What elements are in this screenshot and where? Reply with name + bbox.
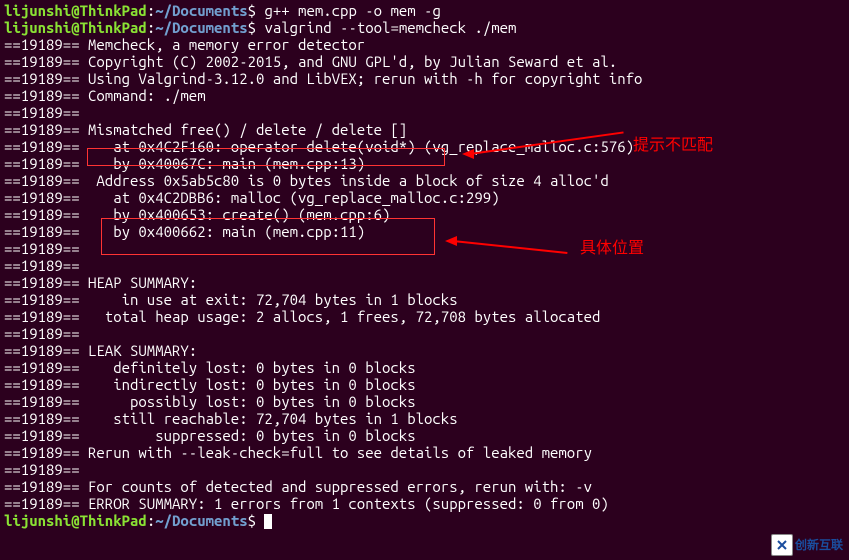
prompt-dollar: $	[248, 2, 256, 19]
output-line: ==19189== definitely lost: 0 bytes in 0 …	[4, 359, 845, 376]
output-line: ==19189== HEAP SUMMARY:	[4, 274, 845, 291]
output-line: ==19189== indirectly lost: 0 bytes in 0 …	[4, 376, 845, 393]
prompt-user: lijunshi	[4, 2, 71, 19]
cursor-icon	[264, 514, 272, 529]
output-line: ==19189==	[4, 461, 845, 478]
output-line: ==19189== total heap usage: 2 allocs, 1 …	[4, 308, 845, 325]
prompt-path: ~/Documents	[155, 2, 247, 19]
output-line: ==19189== Address 0x5ab5c80 is 0 bytes i…	[4, 172, 845, 189]
output-line: ==19189== LEAK SUMMARY:	[4, 342, 845, 359]
prompt-line-3: lijunshi@ThinkPad:~/Documents$	[4, 512, 845, 529]
output-line: ==19189== Command: ./mem	[4, 87, 845, 104]
command-1: g++ mem.cpp -o mem -g	[264, 2, 440, 19]
annotation-label-2: 具体位置	[580, 240, 644, 257]
watermark-logo: 创新互联	[771, 534, 843, 556]
prompt-colon: :	[147, 2, 155, 19]
output-line: ==19189== at 0x4C2DBB6: malloc (vg_repla…	[4, 189, 845, 206]
output-line: ==19189== Using Valgrind-3.12.0 and LibV…	[4, 70, 845, 87]
output-line: ==19189== still reachable: 72,704 bytes …	[4, 410, 845, 427]
prompt-line-2: lijunshi@ThinkPad:~/Documents$ valgrind …	[4, 19, 845, 36]
output-line: ==19189== by 0x400653: create() (mem.cpp…	[4, 206, 845, 223]
output-line: ==19189==	[4, 325, 845, 342]
output-line: ==19189== Copyright (C) 2002-2015, and G…	[4, 53, 845, 70]
output-line: ==19189== Memcheck, a memory error detec…	[4, 36, 845, 53]
output-line: ==19189==	[4, 104, 845, 121]
output-line: ==19189==	[4, 240, 845, 257]
output-line: ==19189== by 0x400662: main (mem.cpp:11)	[4, 223, 845, 240]
output-line: ==19189== in use at exit: 72,704 bytes i…	[4, 291, 845, 308]
prompt-host: ThinkPad	[80, 2, 147, 19]
prompt-at: @	[71, 2, 79, 19]
output-line: ==19189== For counts of detected and sup…	[4, 478, 845, 495]
output-line: ==19189== Rerun with --leak-check=full t…	[4, 444, 845, 461]
output-line: ==19189== by 0x40067C: main (mem.cpp:13)	[4, 155, 845, 172]
command-2: valgrind --tool=memcheck ./mem	[264, 19, 516, 36]
output-line: ==19189== possibly lost: 0 bytes in 0 bl…	[4, 393, 845, 410]
output-line: ==19189== suppressed: 0 bytes in 0 block…	[4, 427, 845, 444]
output-line: ==19189== ERROR SUMMARY: 1 errors from 1…	[4, 495, 845, 512]
watermark-text: 创新互联	[795, 537, 843, 554]
output-line: ==19189==	[4, 257, 845, 274]
prompt-line-1: lijunshi@ThinkPad:~/Documents$ g++ mem.c…	[4, 2, 845, 19]
terminal[interactable]: lijunshi@ThinkPad:~/Documents$ g++ mem.c…	[0, 0, 849, 531]
output-line: ==19189== at 0x4C2F160: operator delete(…	[4, 138, 845, 155]
watermark-icon	[771, 534, 793, 556]
output-line: ==19189== Mismatched free() / delete / d…	[4, 121, 845, 138]
annotation-label-1: 提示不匹配	[633, 137, 713, 154]
